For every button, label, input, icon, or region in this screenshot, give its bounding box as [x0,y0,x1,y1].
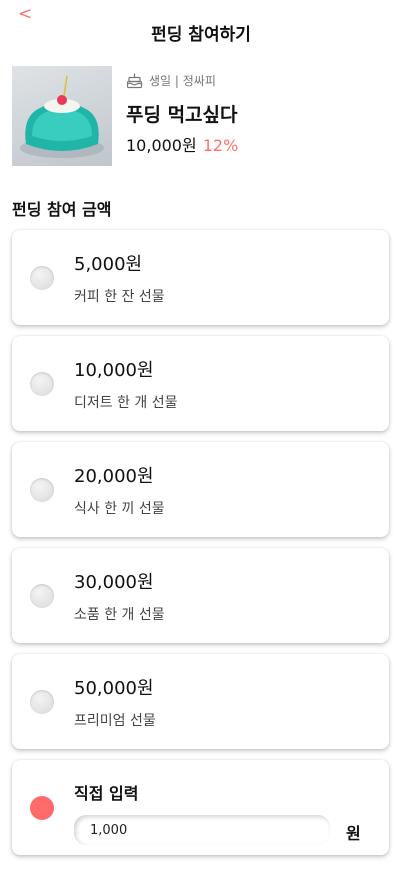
option-amount: 30,000원 [74,572,154,593]
option-description: 커피 한 잔 선물 [74,289,165,305]
amount-option-30000[interactable]: 30,000원 소품 한 개 선물 [12,548,389,643]
custom-amount-input[interactable] [74,815,330,845]
option-amount: 10,000원 [74,360,154,381]
product-summary: 생일 | 정싸피 푸딩 먹고싶다 10,000원 12% [12,66,392,166]
radio-button[interactable] [30,266,54,290]
option-description: 식사 한 끼 선물 [74,501,165,517]
amount-option-20000[interactable]: 20,000원 식사 한 끼 선물 [12,442,389,537]
currency-unit: 원 [346,824,361,843]
product-price-line: 10,000원 12% [126,132,238,156]
product-price: 10,000원 [126,136,197,155]
option-description: 디저트 한 개 선물 [74,395,178,411]
page-title: 펀딩 참여하기 [151,25,251,45]
custom-amount-label: 직접 입력 [74,784,139,803]
product-image [12,66,112,166]
option-amount: 50,000원 [74,678,154,699]
header: < 펀딩 참여하기 [0,0,402,60]
option-amount: 20,000원 [74,466,154,487]
radio-button[interactable] [30,690,54,714]
product-meta: 생일 | 정싸피 [126,72,216,89]
radio-button[interactable] [30,372,54,396]
option-description: 소품 한 개 선물 [74,607,165,623]
amount-option-custom[interactable]: 직접 입력 원 [12,760,389,855]
funding-percent: 12% [202,136,239,155]
option-amount: 5,000원 [74,254,143,275]
cake-icon [126,72,143,89]
radio-button[interactable] [30,584,54,608]
product-name: 푸딩 먹고싶다 [126,104,238,126]
amount-option-50000[interactable]: 50,000원 프리미엄 선물 [12,654,389,749]
amount-option-5000[interactable]: 5,000원 커피 한 잔 선물 [12,230,389,325]
section-title: 펀딩 참여 금액 [12,200,112,219]
product-category: 생일 | 정싸피 [149,74,216,88]
option-description: 프리미엄 선물 [74,713,156,729]
radio-button[interactable] [30,478,54,502]
radio-button-selected[interactable] [30,796,54,820]
amount-option-10000[interactable]: 10,000원 디저트 한 개 선물 [12,336,389,431]
